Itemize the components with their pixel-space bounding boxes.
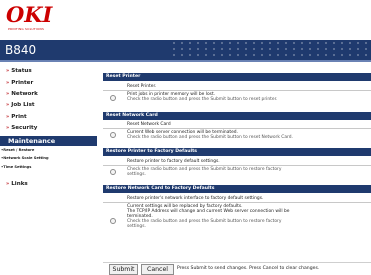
main-content: Reset Printer Reset Printer. Print jobs … [103, 70, 371, 275]
title-bar-underline [0, 60, 371, 62]
model-title: B840 [5, 43, 37, 57]
divider [103, 165, 371, 166]
section-header-restore-printer-defaults: Restore Printer to Factory Defaults [103, 148, 371, 156]
option-description: Current Web server connection will be te… [127, 130, 293, 140]
section-title: Reset Printer [106, 74, 141, 79]
divider [103, 128, 371, 129]
subnav-reset-restore[interactable]: •Reset / Restore [1, 148, 34, 153]
logo-text: OKI [6, 2, 53, 27]
option-hint: Check the radio button and press the Sub… [127, 97, 278, 102]
section-title: Reset Network Card [106, 113, 158, 118]
chevron-right-icon: » [6, 181, 10, 187]
sidebar-item-network[interactable]: » Network [6, 91, 38, 98]
page: OKI PRINTING SOLUTIONS B840 » Status » Pri… [0, 0, 371, 275]
section-title: Restore Printer to Factory Defaults [106, 149, 198, 154]
option-hint: settings. [127, 172, 146, 177]
chevron-right-icon: » [6, 125, 10, 131]
option-description: Current settings will be replaced by fac… [127, 204, 289, 229]
reset-printer-radio[interactable] [110, 95, 116, 101]
chevron-right-icon: » [6, 91, 10, 97]
subnav-time-settings[interactable]: •Time Settings [1, 165, 31, 170]
section-header-reset-network-card: Reset Network Card [103, 112, 371, 120]
cancel-button[interactable]: Cancel [141, 264, 174, 275]
section-header-reset-printer: Reset Printer [103, 73, 371, 81]
sidebar-item-label: Status [11, 68, 32, 74]
restore-printer-defaults-radio[interactable] [110, 169, 116, 175]
logo-tagline: PRINTING SOLUTIONS [8, 27, 45, 31]
chevron-right-icon: » [6, 102, 10, 108]
option-description: Print jobs in printer memory will be los… [127, 92, 277, 102]
oki-logo: OKI PRINTING SOLUTIONS [4, 4, 74, 34]
chevron-right-icon: » [6, 114, 10, 120]
option-label: Restore printer to factory default setti… [127, 159, 220, 164]
option-hint: Check the radio button and press the Sub… [127, 135, 293, 140]
section-header-restore-network-card-defaults: Restore Network Card to Factory Defaults [103, 185, 371, 193]
sidebar-item-label: Maintenance [8, 137, 56, 145]
reset-network-card-radio[interactable] [110, 132, 116, 138]
option-hint: Check the radio button and press the Sub… [127, 219, 282, 224]
option-label: Restore printer's network interface to f… [127, 196, 264, 201]
chevron-right-icon: » [6, 68, 10, 74]
sidebar-item-print[interactable]: » Print [6, 114, 27, 121]
option-description: Check the radio button and press the Sub… [127, 167, 281, 177]
sidebar-item-label: Printer [11, 80, 34, 86]
sidebar-item-label: Print [11, 114, 27, 120]
sidebar-item-links[interactable]: » Links [6, 181, 28, 188]
option-label: Reset Network Card [127, 122, 171, 127]
title-bar-dot-pattern [170, 40, 371, 60]
model-title-bar: B840 [0, 40, 371, 60]
chevron-right-icon: » [6, 80, 10, 86]
option-label: Reset Printer. [127, 84, 157, 89]
sidebar-item-label: Job List [11, 102, 35, 108]
subnav-network-scale-setting[interactable]: •Network Scale Setting [1, 156, 49, 161]
sidebar-item-label: Network [11, 91, 38, 97]
divider [103, 202, 371, 203]
restore-network-card-defaults-radio[interactable] [110, 218, 116, 224]
sidebar-item-security[interactable]: » Security [6, 125, 37, 132]
sidebar-item-printer[interactable]: » Printer [6, 80, 33, 87]
option-hint: settings. [127, 224, 146, 229]
divider [103, 90, 371, 91]
sidebar-item-label: Security [11, 125, 38, 131]
section-title: Restore Network Card to Factory Defaults [106, 186, 215, 191]
form-footer: Submit Cancel Press Submit to send chang… [103, 262, 371, 275]
sidebar-item-status[interactable]: » Status [6, 68, 32, 75]
sidebar-item-maintenance[interactable]: Maintenance [0, 136, 97, 146]
sidebar-item-job-list[interactable]: » Job List [6, 102, 35, 109]
footer-instructions: Press Submit to send changes. Press Canc… [177, 266, 320, 271]
sidebar-item-label: Links [11, 181, 28, 187]
submit-button[interactable]: Submit [109, 264, 138, 275]
option-hint: Check the radio button and press the Sub… [127, 167, 282, 172]
